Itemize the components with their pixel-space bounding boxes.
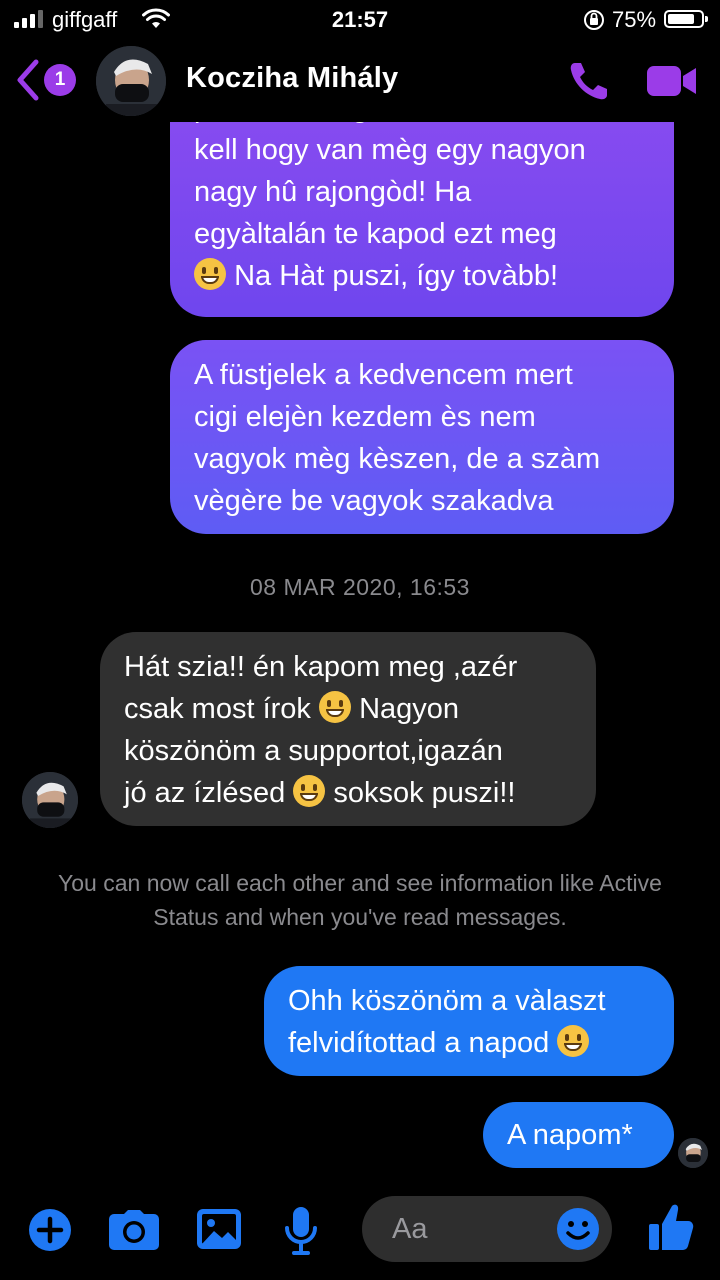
- message-input-placeholder: Aa: [392, 1213, 428, 1245]
- message-line: jó az ízlésed: [124, 777, 286, 809]
- grinning-emoji-icon: [319, 691, 351, 723]
- message-bubble-received[interactable]: Hát szia!! én kapom meg ,azér csak most …: [100, 632, 596, 826]
- battery-icon: [664, 10, 708, 28]
- seen-receipt-avatar: [678, 1138, 708, 1168]
- conversation-header: 1 Kocziha Mihály: [0, 40, 720, 122]
- emoji-icon[interactable]: [556, 1207, 600, 1251]
- message-line: köszönöm a supportot,igazán: [124, 735, 503, 767]
- message-line: A napom*: [507, 1119, 633, 1151]
- message-bubble-sent[interactable]: A füstjelek a kedvencem mert cigi elejèn…: [170, 340, 674, 534]
- camera-icon[interactable]: [108, 1210, 160, 1250]
- system-notice: You can now call each other and see info…: [58, 870, 662, 930]
- unread-count-badge[interactable]: 1: [44, 64, 76, 96]
- message-bubble-sent[interactable]: Ohh köszönöm a vàlaszt felvidítottad a n…: [264, 966, 674, 1076]
- message-line: soksok puszi!!: [333, 777, 516, 809]
- message-input[interactable]: Aa: [362, 1196, 612, 1262]
- contact-avatar[interactable]: [96, 46, 166, 116]
- beaming-emoji-icon: [293, 775, 326, 807]
- message-line-wrap: Na Hàt puszi, így tovàbb!: [194, 255, 650, 297]
- message-line-wrap: jó az ízlésed soksok puszi!!: [124, 772, 572, 814]
- message-line: cigi elejèn kezdem ès nem: [194, 401, 536, 433]
- message-line: vagyok mèg kèszen, de a szàm: [194, 443, 601, 475]
- grinning-emoji-icon: [194, 258, 226, 290]
- message-line: Nagyon: [359, 693, 460, 725]
- message-line: egyàltalán te kapod ezt meg: [194, 218, 557, 250]
- message-line-wrap: felvidítottad a napod: [288, 1022, 650, 1064]
- battery-percent: 75%: [612, 7, 657, 32]
- message-line-wrap: csak most írok Nagyon: [124, 688, 572, 730]
- message-timestamp: 08 MAR 2020, 16:53: [250, 574, 470, 600]
- sender-avatar[interactable]: [22, 772, 78, 828]
- status-bar: giffgaff 21:57 75%: [0, 0, 720, 40]
- microphone-icon[interactable]: [284, 1206, 318, 1256]
- avatar-photo: [96, 46, 166, 116]
- video-camera-icon[interactable]: [646, 64, 698, 98]
- avatar-photo: [678, 1138, 708, 1168]
- message-line: Na Hàt puszi, így tovàbb!: [234, 260, 559, 292]
- phone-icon[interactable]: [566, 58, 612, 104]
- back-chevron-icon[interactable]: [14, 58, 42, 102]
- message-line: felvidítottad a napod: [288, 1027, 550, 1059]
- message-composer: Aa: [0, 1180, 720, 1280]
- avatar-photo: [22, 772, 78, 828]
- contact-name[interactable]: Kocziha Mihály: [186, 62, 398, 95]
- message-line: Hát szia!! én kapom meg ,azér: [124, 651, 518, 683]
- plus-icon[interactable]: [28, 1208, 72, 1252]
- gallery-icon[interactable]: [196, 1208, 242, 1250]
- thumbs-up-icon[interactable]: [648, 1202, 694, 1252]
- grinning-emoji-icon: [557, 1025, 590, 1057]
- message-line: vègère be vagyok szakadva: [194, 485, 554, 517]
- message-line: kell hogy van mèg egy nagyon: [194, 134, 586, 166]
- message-line: nagy hû rajongòd! Ha: [194, 176, 472, 208]
- message-line: Ohh köszönöm a vàlaszt: [288, 985, 606, 1017]
- message-line: csak most írok: [124, 693, 311, 725]
- rotation-lock-icon: [584, 10, 604, 30]
- message-line: A füstjelek a kedvencem mert: [194, 359, 573, 391]
- message-bubble-sent[interactable]: A napom*: [483, 1102, 674, 1168]
